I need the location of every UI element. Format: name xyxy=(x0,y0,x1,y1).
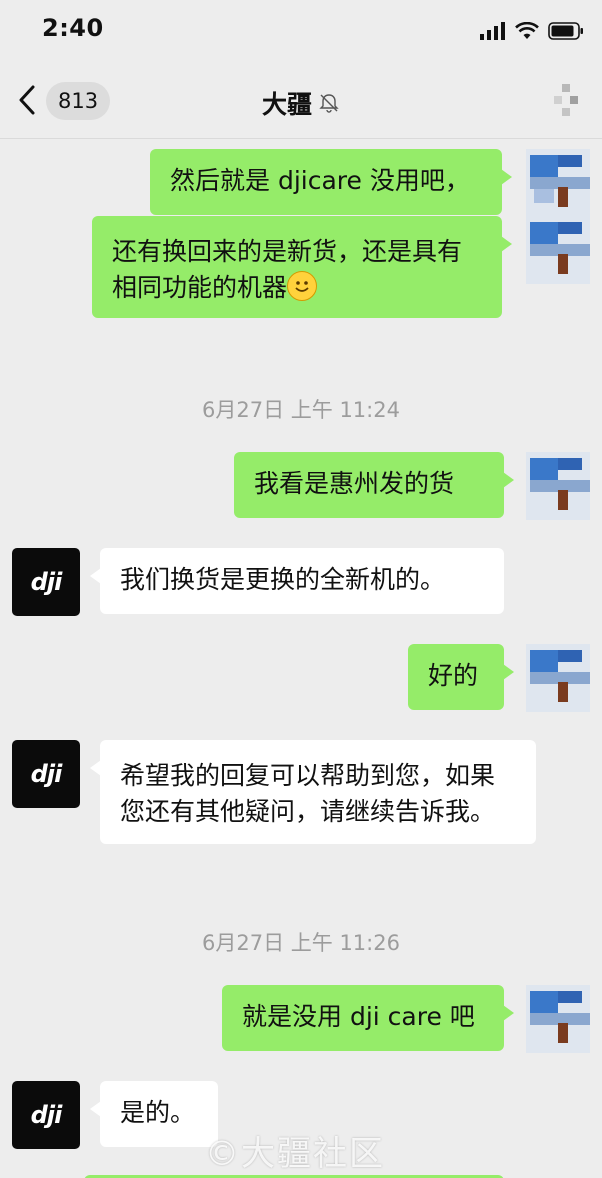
incoming-message[interactable]: 我们换货是更换的全新机的。 xyxy=(90,548,504,614)
chat-title: 大疆 xyxy=(261,90,312,119)
battery-icon xyxy=(548,22,583,40)
message-timestamp: 6月27日 上午 11:24 xyxy=(202,398,400,422)
message-text: 还有换回来的是新货，还是具有相同功能的机器 xyxy=(112,237,463,302)
message-text: 就是没用 dji care 吧 xyxy=(242,1002,475,1031)
dji-avatar[interactable]: dji xyxy=(12,548,80,616)
self-avatar[interactable] xyxy=(526,149,590,217)
chat-title-container: 大疆 xyxy=(0,85,602,121)
outgoing-message[interactable]: 然后就是 djicare 没用吧， xyxy=(150,149,512,215)
incoming-message[interactable]: 是的。 xyxy=(90,1081,218,1147)
message-timestamp: 6月27日 上午 11:26 xyxy=(202,931,400,955)
signal-icon xyxy=(480,22,505,40)
self-avatar[interactable] xyxy=(526,644,590,712)
message-text: 好的 xyxy=(428,661,479,690)
wifi-icon xyxy=(515,22,539,39)
chat-header: 813 大疆 xyxy=(0,62,602,139)
dji-avatar[interactable]: dji xyxy=(12,740,80,808)
self-avatar[interactable] xyxy=(526,452,590,520)
self-avatar[interactable] xyxy=(526,216,590,284)
more-options-icon[interactable] xyxy=(544,80,588,120)
outgoing-message[interactable]: 就是没用 dji care 吧 xyxy=(222,985,514,1051)
message-text: 我们换货是更换的全新机的。 xyxy=(120,565,446,594)
message-text: 希望我的回复可以帮助到您，如果您还有其他疑问，请继续告诉我。 xyxy=(120,761,496,826)
message-list[interactable]: 然后就是 djicare 没用吧， 还有换回来的是新货，还是具有相同功能的机器 … xyxy=(0,139,602,1178)
dji-avatar[interactable]: dji xyxy=(12,1081,80,1149)
status-time: 2:40 xyxy=(42,14,104,42)
mute-bell-icon xyxy=(319,94,339,113)
outgoing-message[interactable]: 好的 xyxy=(408,644,514,710)
smile-emoji-icon xyxy=(287,271,318,301)
message-text: 然后就是 djicare 没用吧， xyxy=(170,166,470,195)
self-avatar[interactable] xyxy=(526,985,590,1053)
incoming-message[interactable]: 希望我的回复可以帮助到您，如果您还有其他疑问，请继续告诉我。 xyxy=(90,740,536,844)
watermark: ©大疆社区 xyxy=(205,1134,385,1174)
outgoing-message[interactable]: 我看是惠州发的货 xyxy=(234,452,514,518)
outgoing-message[interactable]: 还有换回来的是新货，还是具有相同功能的机器 xyxy=(92,216,512,318)
dji-logo: dji xyxy=(30,1101,63,1129)
message-text: 我看是惠州发的货 xyxy=(254,469,455,498)
status-icons xyxy=(480,20,584,42)
dji-logo: dji xyxy=(30,568,63,596)
message-text: 是的。 xyxy=(120,1098,196,1127)
status-bar: 2:40 xyxy=(0,0,602,62)
dji-logo: dji xyxy=(30,760,63,788)
